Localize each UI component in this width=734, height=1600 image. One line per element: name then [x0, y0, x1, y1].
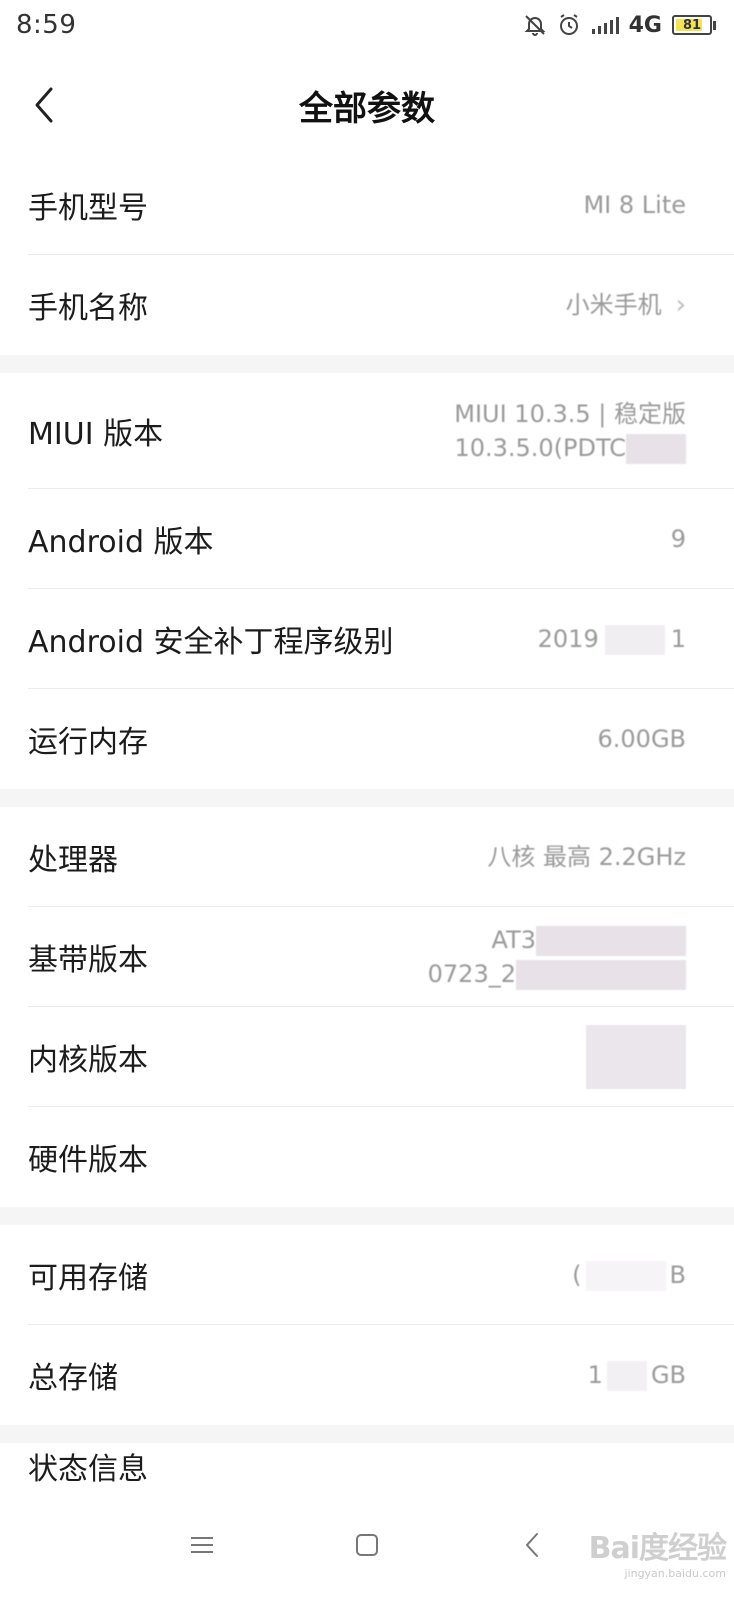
value-text: 1	[587, 1361, 603, 1389]
row-label: 运行内存	[28, 725, 148, 760]
row-label: 手机名称	[28, 291, 148, 326]
value-line: 10.3.5.0(PDTC	[454, 431, 686, 465]
redaction-block	[604, 625, 665, 655]
group-separator	[0, 1207, 734, 1225]
row-label: 基带版本	[28, 943, 148, 978]
group-separator	[0, 355, 734, 373]
status-time: 8:59	[16, 10, 77, 40]
redaction-block	[626, 434, 686, 464]
value-text: B	[669, 1261, 686, 1289]
row-baseband-version: 基带版本 AT3 0723_2	[0, 907, 734, 1007]
back-button[interactable]	[24, 80, 64, 130]
row-value: 1 GB	[588, 1358, 686, 1392]
screen: 8:59 4G 81 全部参数 手机型号 MI 8 Lite 手机名称 小米手机…	[0, 0, 734, 1600]
row-value: MI 8 Lite	[583, 191, 686, 219]
title-bar: 全部参数	[0, 60, 734, 150]
row-label: MIUI 版本	[28, 417, 164, 452]
row-label: 总存储	[28, 1361, 118, 1396]
row-label: Android 安全补丁程序级别	[28, 625, 394, 660]
chevron-right-icon: ›	[675, 290, 686, 320]
redaction-block	[585, 1261, 666, 1291]
row-total-storage: 总存储 1 GB	[0, 1325, 734, 1425]
status-bar: 8:59 4G 81	[0, 0, 734, 50]
row-value: 八核 最高 2.2GHz	[487, 843, 686, 871]
page-title: 全部参数	[299, 88, 435, 129]
row-phone-model: 手机型号 MI 8 Lite	[0, 155, 734, 255]
watermark-url: jingyan.baidu.com	[624, 1567, 726, 1580]
row-value-wrap: 小米手机 ›	[566, 288, 686, 322]
menu-icon	[191, 1537, 214, 1553]
back-nav-icon	[525, 1533, 538, 1557]
value-text: 1	[670, 625, 686, 653]
value-line: MIUI 10.3.5 | 稳定版	[454, 400, 686, 428]
redaction-block	[606, 1361, 647, 1391]
row-label: Android 版本	[28, 525, 214, 560]
row-kernel-version: 内核版本	[0, 1007, 734, 1107]
alarm-icon	[557, 13, 581, 37]
value-text: GB	[650, 1361, 686, 1389]
value-text: (	[572, 1261, 582, 1289]
redaction-block	[536, 926, 686, 956]
row-android-version: Android 版本 9	[0, 489, 734, 589]
row-value: 小米手机	[565, 291, 662, 319]
row-hardware-version: 硬件版本	[0, 1107, 734, 1207]
battery-level: 81	[682, 17, 702, 33]
value-text: 10.3.5.0(PDTC	[454, 434, 626, 462]
network-type: 4G	[628, 12, 662, 38]
settings-list: 手机型号 MI 8 Lite 手机名称 小米手机 › MIUI 版本 MIUI …	[0, 155, 734, 1443]
home-icon	[355, 1534, 378, 1556]
row-label: 处理器	[28, 843, 118, 878]
row-miui-version: MIUI 版本 MIUI 10.3.5 | 稳定版 10.3.5.0(PDTC	[0, 373, 734, 489]
value-line: AT3	[492, 923, 686, 957]
row-value: (B	[572, 1258, 686, 1292]
mute-bell-icon	[523, 13, 547, 37]
row-phone-name[interactable]: 手机名称 小米手机 ›	[0, 255, 734, 355]
value-text: 0723_2	[427, 960, 516, 988]
value-text: AT3	[491, 926, 536, 954]
row-status-info[interactable]: 状态信息	[28, 1448, 148, 1482]
battery-icon: 81	[672, 15, 716, 35]
watermark-brand: Bai度经验	[588, 1531, 727, 1566]
redaction-block	[516, 960, 686, 990]
back-arrow-icon	[35, 87, 53, 123]
row-value: AT3 0723_2	[428, 923, 686, 991]
row-value	[586, 1025, 686, 1089]
row-security-patch: Android 安全补丁程序级别 2019 1	[0, 589, 734, 689]
row-available-storage: 可用存储 (B	[0, 1225, 734, 1325]
row-value: MIUI 10.3.5 | 稳定版 10.3.5.0(PDTC	[454, 397, 686, 465]
value-text: 2019	[537, 625, 599, 653]
row-value: 2019 1	[538, 622, 686, 656]
status-icons: 4G 81	[523, 13, 716, 38]
signal-icon	[591, 15, 619, 35]
row-processor: 处理器 八核 最高 2.2GHz	[0, 807, 734, 907]
home-button[interactable]	[337, 1515, 397, 1575]
row-value: 6.00GB	[597, 725, 687, 753]
group-separator	[0, 789, 734, 807]
group-separator	[0, 1425, 734, 1443]
row-label: 手机型号	[28, 191, 148, 226]
row-label: 硬件版本	[28, 1143, 148, 1178]
back-nav-button[interactable]	[502, 1515, 562, 1575]
row-value: 9	[670, 525, 686, 553]
row-label: 可用存储	[28, 1261, 148, 1296]
row-ram: 运行内存 6.00GB	[0, 689, 734, 789]
row-label: 内核版本	[28, 1043, 148, 1078]
value-line: 0723_2	[428, 957, 686, 991]
redaction-block	[586, 1025, 686, 1089]
watermark: Bai度经验 jingyan.baidu.com	[588, 1523, 727, 1580]
menu-button[interactable]	[172, 1515, 232, 1575]
